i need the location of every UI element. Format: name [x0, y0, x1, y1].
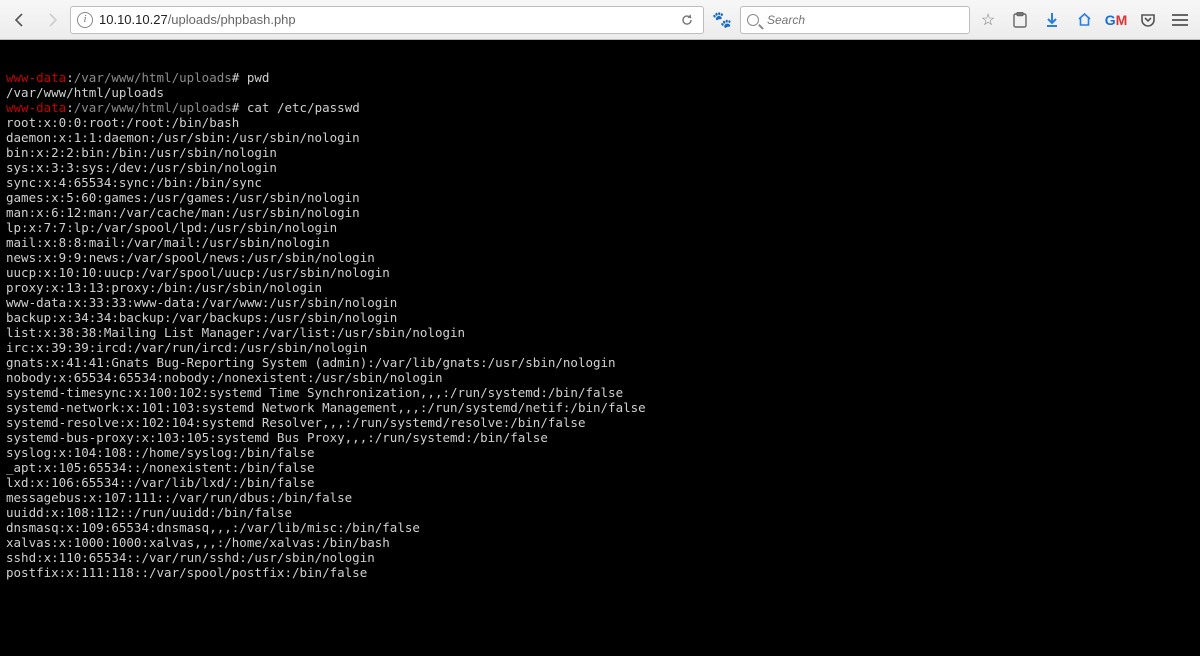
gm-extension-icon[interactable]: GM [1102, 6, 1130, 34]
pocket-icon[interactable] [1134, 6, 1162, 34]
url-host: 10.10.10.27 [99, 12, 168, 27]
site-info-icon[interactable]: i [77, 12, 93, 28]
url-path: /uploads/phpbash.php [168, 12, 296, 27]
forward-button[interactable] [38, 6, 66, 34]
browser-toolbar: i 10.10.10.27/uploads/phpbash.php 🐾 ☆ GM [0, 0, 1200, 40]
extension-icon[interactable]: 🐾 [708, 6, 736, 34]
home-icon[interactable] [1070, 6, 1098, 34]
bookmarks-list-icon[interactable] [1006, 6, 1034, 34]
downloads-icon[interactable] [1038, 6, 1066, 34]
reload-button[interactable] [677, 13, 697, 27]
url-bar[interactable]: i 10.10.10.27/uploads/phpbash.php [70, 6, 704, 34]
search-bar[interactable] [740, 6, 970, 34]
back-button[interactable] [6, 6, 34, 34]
search-icon [747, 14, 759, 26]
terminal-output[interactable]: www-data:/var/www/html/uploads# pwd /var… [0, 40, 1200, 656]
url-text: 10.10.10.27/uploads/phpbash.php [99, 12, 671, 27]
bookmark-star-icon[interactable]: ☆ [974, 6, 1002, 34]
hamburger-icon [1172, 14, 1188, 26]
menu-button[interactable] [1166, 6, 1194, 34]
search-input[interactable] [765, 12, 963, 28]
